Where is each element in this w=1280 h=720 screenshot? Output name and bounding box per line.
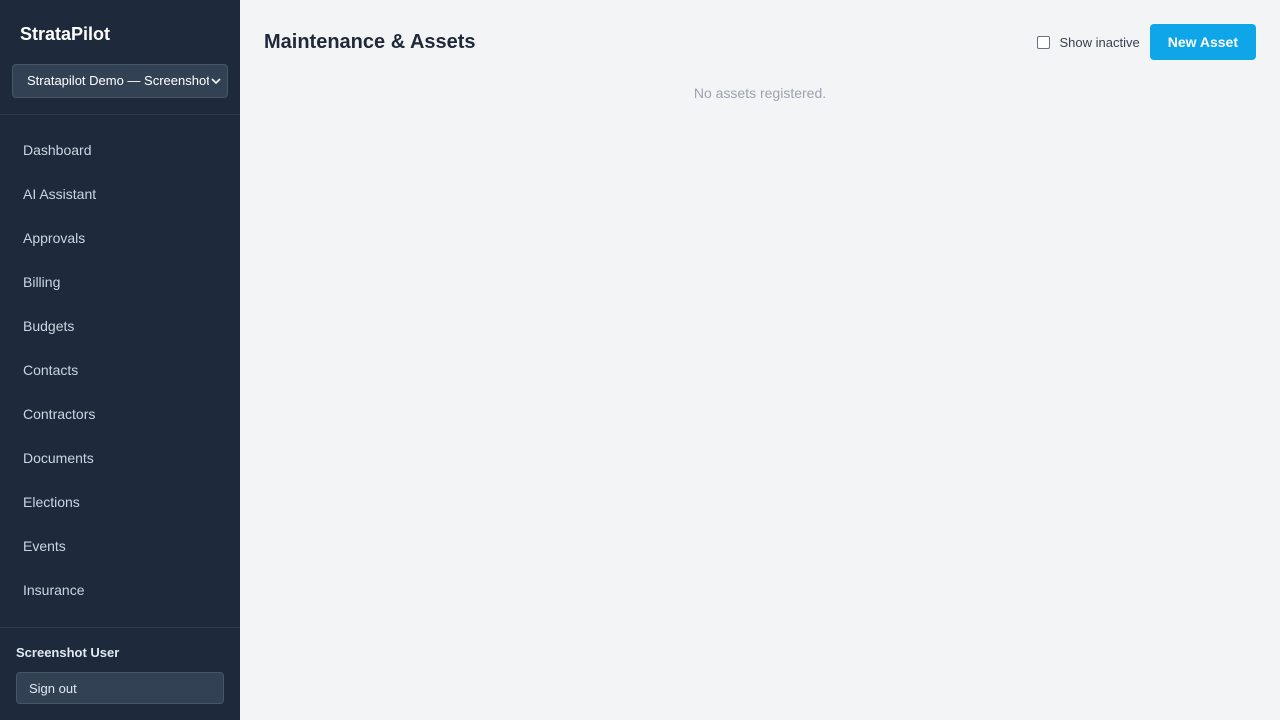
organization-select-value: Stratapilot Demo — Screenshot [27,73,210,88]
sidebar-item-budgets[interactable]: Budgets [0,304,240,348]
show-inactive-label: Show inactive [1059,34,1140,50]
sidebar-item-dashboard[interactable]: Dashboard [0,128,240,172]
sidebar-header: StrataPilot Stratapilot Demo — Screensho… [0,0,240,115]
header-actions: Show inactive New Asset [1037,24,1256,60]
sidebar-item-events[interactable]: Events [0,524,240,568]
empty-state-message: No assets registered. [693,85,827,101]
sidebar-item-documents[interactable]: Documents [0,436,240,480]
show-inactive-toggle[interactable]: Show inactive [1037,34,1140,50]
sidebar-item-contacts[interactable]: Contacts [0,348,240,392]
sign-out-button[interactable]: Sign out [16,672,224,704]
sidebar-item-elections[interactable]: Elections [0,480,240,524]
page-header: Maintenance & Assets Show inactive New A… [264,24,1256,60]
app-root: StrataPilot Stratapilot Demo — Screensho… [0,0,1280,720]
show-inactive-checkbox[interactable] [1037,35,1051,49]
brand-logo-text: StrataPilot [20,24,111,44]
sidebar-item-approvals[interactable]: Approvals [0,216,240,260]
sidebar-item-ai-assistant[interactable]: AI Assistant [0,172,240,216]
sidebar-item-insurance[interactable]: Insurance [0,568,240,612]
new-asset-button[interactable]: New Asset [1149,24,1256,60]
sidebar-footer: Screenshot User Sign out [0,627,240,720]
sidebar-item-billing[interactable]: Billing [0,260,240,304]
current-user-name: Screenshot User [16,645,120,660]
page-title: Maintenance & Assets [264,30,476,53]
chevron-down-icon [209,65,223,97]
sidebar-item-contractors[interactable]: Contractors [0,392,240,436]
main-content: Maintenance & Assets Show inactive New A… [240,0,1280,720]
organization-select[interactable]: Stratapilot Demo — Screenshot [12,64,228,98]
sidebar: StrataPilot Stratapilot Demo — Screensho… [0,0,240,720]
sidebar-nav: Dashboard AI Assistant Approvals Billing… [0,115,240,627]
